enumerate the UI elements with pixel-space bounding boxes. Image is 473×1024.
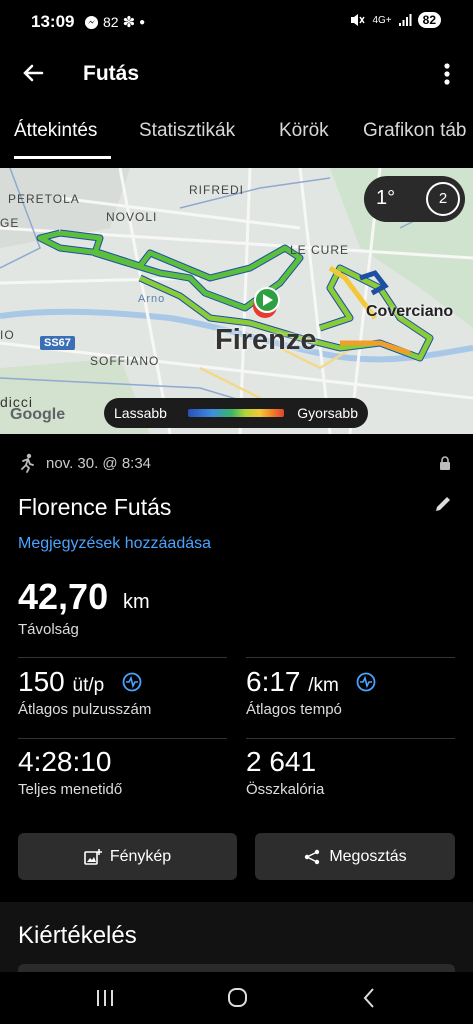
stat-value: 6:17 /km bbox=[246, 666, 339, 698]
map-label-soffiano: SOFFIANO bbox=[90, 354, 160, 368]
tab-statistics[interactable]: Statisztikák bbox=[139, 120, 235, 142]
mute-icon bbox=[351, 14, 366, 26]
stat-value: 2 641 bbox=[246, 746, 317, 777]
recent-apps-button[interactable] bbox=[90, 984, 120, 1012]
legend-gradient-bar bbox=[188, 409, 284, 417]
running-icon bbox=[21, 453, 34, 473]
google-logo: Google bbox=[10, 406, 66, 423]
activity-meta-row: nov. 30. @ 8:34 bbox=[18, 453, 455, 475]
divider bbox=[246, 738, 455, 739]
stat-unit: /km bbox=[308, 675, 339, 696]
stat-label: Átlagos pulzusszám bbox=[18, 701, 152, 718]
legend-fast-label: Gyorsabb bbox=[297, 405, 358, 421]
back-button[interactable] bbox=[18, 58, 48, 88]
stat-label: Átlagos tempó bbox=[246, 701, 342, 718]
map-label-novoli: NOVOLI bbox=[106, 210, 158, 224]
tab-bar: Áttekintés Statisztikák Körök Grafikon t… bbox=[0, 112, 473, 160]
road-badge-ss67: SS67 bbox=[40, 336, 75, 350]
add-notes-link[interactable]: Megjegyzések hozzáadása bbox=[18, 535, 211, 553]
status-right: 4G+ 82 bbox=[350, 12, 441, 28]
wind-icon: 2 bbox=[426, 182, 460, 216]
dot-icon: ● bbox=[139, 16, 146, 28]
share-button[interactable]: Megosztás bbox=[255, 833, 455, 880]
active-tab-indicator bbox=[14, 156, 111, 159]
tab-laps[interactable]: Körök bbox=[279, 120, 329, 142]
evaluation-card-edge bbox=[18, 964, 455, 972]
messenger-icon bbox=[84, 15, 99, 29]
chevron-left-icon bbox=[363, 988, 374, 1008]
pencil-icon[interactable] bbox=[433, 494, 453, 514]
arrow-left-icon bbox=[23, 64, 44, 82]
stat-label: Összkalória bbox=[246, 781, 325, 798]
divider bbox=[18, 657, 227, 658]
activity-name: Florence Futás bbox=[18, 494, 172, 520]
divider bbox=[246, 657, 455, 658]
system-nav-bar bbox=[0, 972, 473, 1024]
battery-indicator: 82 bbox=[417, 12, 441, 28]
add-photo-icon bbox=[84, 848, 102, 865]
stat-value: 150 üt/p bbox=[18, 666, 104, 698]
map-label-le-cure: LE CURE bbox=[290, 243, 350, 257]
status-bar: 13:09 82 ✽ ● 4G+ 82 bbox=[0, 0, 473, 46]
system-back-button[interactable] bbox=[354, 984, 384, 1012]
share-icon bbox=[305, 849, 320, 864]
weather-temperature: 1° bbox=[376, 187, 396, 209]
distance-value: 42,70 bbox=[18, 576, 109, 617]
evaluation-title: Kiértékelés bbox=[18, 922, 137, 949]
more-menu-button[interactable] bbox=[437, 59, 457, 89]
tab-charts[interactable]: Grafikon táb bbox=[363, 120, 467, 142]
status-notifications: 82 ✽ ● bbox=[84, 13, 145, 31]
app-bar: Futás bbox=[0, 46, 473, 100]
recent-apps-icon bbox=[97, 990, 113, 1006]
activity-date: nov. 30. @ 8:34 bbox=[46, 455, 152, 472]
stat-number: 6:17 bbox=[246, 666, 301, 697]
lock-icon[interactable] bbox=[439, 456, 451, 470]
pace-legend: Lassabb Gyorsabb bbox=[104, 398, 368, 428]
pulse-chart-icon[interactable] bbox=[356, 672, 376, 692]
page-title: Futás bbox=[83, 62, 140, 85]
stat-unit: üt/p bbox=[72, 675, 105, 696]
distance-unit: km bbox=[123, 591, 150, 613]
stat-value: 4:28:10 bbox=[18, 746, 112, 777]
more-vert-icon bbox=[444, 63, 450, 85]
tab-overview[interactable]: Áttekintés bbox=[14, 120, 97, 142]
map-label-io: IO bbox=[0, 328, 15, 342]
photo-button-label: Fénykép bbox=[109, 847, 172, 865]
pulse-chart-icon[interactable] bbox=[122, 672, 142, 692]
signal-icon bbox=[398, 14, 412, 26]
notif-count: 82 bbox=[103, 14, 119, 30]
map-label-arno: Arno bbox=[138, 293, 166, 305]
network-type: 4G+ bbox=[372, 14, 392, 26]
home-icon bbox=[228, 988, 247, 1007]
legend-slow-label: Lassabb bbox=[114, 405, 167, 421]
map-label-rifredi: RIFREDI bbox=[189, 183, 244, 197]
divider bbox=[18, 738, 227, 739]
map-label-ge: GE bbox=[0, 216, 20, 230]
evaluation-section: Kiértékelés bbox=[0, 902, 473, 972]
distance-label: Távolság bbox=[18, 621, 79, 638]
stat-number: 150 bbox=[18, 666, 65, 697]
map-label-coverciano: Coverciano bbox=[366, 303, 454, 320]
weather-badge: 1° 2 bbox=[364, 176, 465, 222]
share-button-label: Megosztás bbox=[329, 847, 407, 865]
map-label-peretola: PERETOLA bbox=[8, 192, 80, 206]
status-time: 13:09 bbox=[31, 12, 75, 31]
route-map[interactable]: PERETOLA RIFREDI NOVOLI GE LE CURE IO Ar… bbox=[0, 168, 473, 434]
home-button[interactable] bbox=[222, 984, 252, 1012]
stat-label: Teljes menetidő bbox=[18, 781, 123, 798]
fan-icon: ✽ bbox=[122, 14, 136, 31]
map-label-firenze: Firenze bbox=[215, 324, 317, 356]
photo-button[interactable]: Fénykép bbox=[18, 833, 237, 880]
